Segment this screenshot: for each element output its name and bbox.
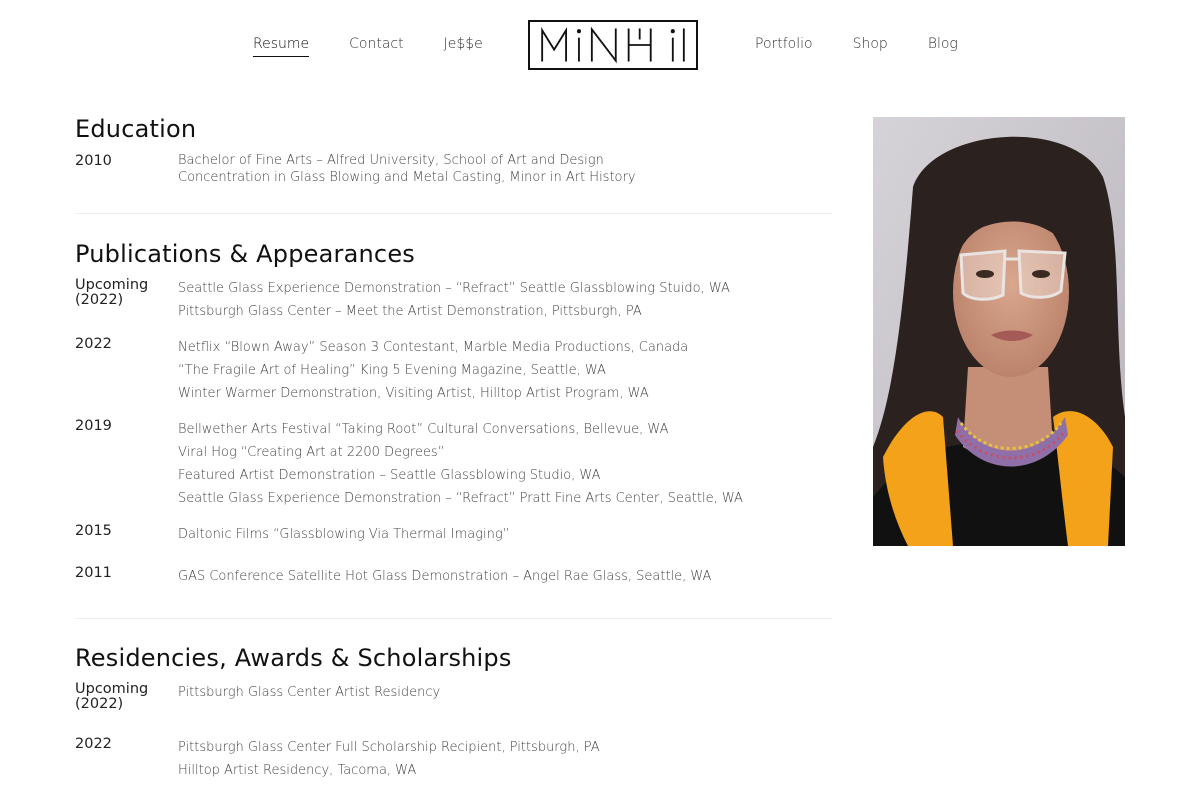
publications-section: Publications & Appearances Upcoming (202…	[75, 239, 832, 588]
resume-entry: Upcoming (2022) Pittsburgh Glass Center …	[75, 681, 832, 712]
entry-item: Daltonic Films “Glassblowing Via Thermal…	[178, 527, 510, 542]
nav-link-blog[interactable]: Blog	[928, 36, 958, 52]
entry-item: Bachelor of Fine Arts – Alfred Universit…	[178, 153, 604, 168]
section-title-publications: Publications & Appearances	[75, 240, 415, 268]
resume-entry: 2015 Daltonic Films “Glassblowing Via Th…	[75, 523, 832, 546]
entry-item: Hilltop Artist Residency, Tacoma, WA	[178, 763, 417, 778]
entry-item: Seattle Glass Experience Demonstration –…	[178, 281, 730, 296]
nav-link-jesse[interactable]: Je$$e	[444, 36, 483, 57]
entry-year: 2022	[75, 736, 112, 752]
entry-year: Upcoming (2022)	[75, 681, 149, 712]
resume-entry: 2022 Pittsburgh Glass Center Full Schola…	[75, 736, 832, 782]
resume-entry: 2011 GAS Conference Satellite Hot Glass …	[75, 565, 832, 588]
entry-year: 2015	[75, 523, 112, 539]
entry-year: 2022	[75, 336, 112, 352]
resume-entry: 2022 Netflix “Blown Away” Season 3 Conte…	[75, 336, 832, 405]
entry-year: Upcoming (2022)	[75, 277, 149, 308]
nav-link-contact[interactable]: Contact	[349, 36, 403, 57]
entry-item: Concentration in Glass Blowing and Metal…	[178, 170, 636, 185]
site-logo[interactable]	[528, 20, 698, 70]
education-section: Education 2010 Bachelor of Fine Arts – A…	[75, 114, 832, 186]
resume-entry: 2010 Bachelor of Fine Arts – Alfred Univ…	[75, 152, 832, 186]
entry-year: 2011	[75, 565, 112, 581]
resume-content: Education 2010 Bachelor of Fine Arts – A…	[75, 114, 832, 802]
artist-portrait	[873, 117, 1125, 546]
entry-item: Netflix “Blown Away” Season 3 Contestant…	[178, 340, 689, 355]
entry-year: 2019	[75, 418, 112, 434]
entry-item: Pittsburgh Glass Center – Meet the Artis…	[178, 304, 642, 319]
nav-link-portfolio[interactable]: Portfolio	[755, 36, 813, 52]
section-title-residencies: Residencies, Awards & Scholarships	[75, 644, 512, 672]
entry-year: 2010	[75, 153, 112, 169]
logo-wordmark	[541, 26, 685, 64]
entry-item: Pittsburgh Glass Center Artist Residency	[178, 685, 441, 700]
nav-left: Resume Contact Je$$e	[253, 36, 483, 57]
entry-item: Featured Artist Demonstration – Seattle …	[178, 468, 601, 483]
resume-entry: 2019 Bellwether Arts Festival “Taking Ro…	[75, 418, 832, 510]
portrait-photo	[873, 117, 1125, 546]
entry-item: Bellwether Arts Festival “Taking Root” C…	[178, 422, 669, 437]
entry-item: Pittsburgh Glass Center Full Scholarship…	[178, 740, 600, 755]
section-divider	[75, 213, 832, 214]
resume-entry: Upcoming (2022) Seattle Glass Experience…	[75, 277, 832, 323]
section-divider	[75, 618, 832, 619]
nav-link-shop[interactable]: Shop	[853, 36, 888, 52]
entry-item: GAS Conference Satellite Hot Glass Demon…	[178, 569, 712, 584]
section-title-education: Education	[75, 115, 197, 143]
nav-link-resume[interactable]: Resume	[253, 36, 309, 57]
entry-item: Viral Hog “Creating Art at 2200 Degrees”	[178, 445, 445, 460]
residencies-section: Residencies, Awards & Scholarships Upcom…	[75, 643, 832, 782]
entry-item: “The Fragile Art of Healing” King 5 Even…	[178, 363, 606, 378]
entry-item: Seattle Glass Experience Demonstration –…	[178, 491, 743, 506]
entry-item: Winter Warmer Demonstration, Visiting Ar…	[178, 386, 649, 401]
nav-right: Portfolio Shop Blog	[755, 36, 958, 52]
